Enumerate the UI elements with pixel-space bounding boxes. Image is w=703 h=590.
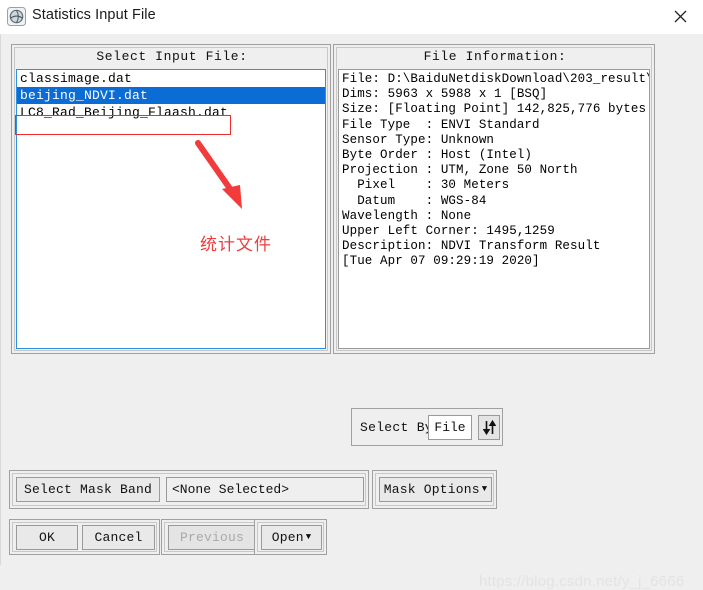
mask-band-panel: Select Mask Band <None Selected>	[9, 470, 369, 509]
dialog-body: Select Input File: classimage.dat beijin…	[0, 34, 703, 590]
close-button[interactable]	[657, 0, 703, 33]
chevron-down-icon: ▼	[305, 532, 312, 542]
info-line: Projection : UTM, Zone 50 North	[342, 163, 578, 178]
info-line: Pixel : 30 Meters	[342, 178, 510, 193]
previous-panel: Previous	[161, 519, 261, 555]
info-line: Dims: 5963 x 5988 x 1 [BSQ]	[342, 87, 548, 102]
file-list[interactable]: classimage.dat beijing_NDVI.dat LC8_Rad_…	[16, 69, 326, 349]
info-line: Sensor Type: Unknown	[342, 132, 495, 147]
info-line: Datum : WGS-84	[342, 193, 487, 208]
up-down-arrows-icon[interactable]	[478, 415, 500, 440]
mask-options-label: Mask Options	[383, 482, 480, 497]
open-label: Open	[271, 530, 304, 545]
select-by-label: Select By	[360, 420, 433, 435]
title-bar: Statistics Input File	[0, 0, 703, 35]
annotation-label: 统计文件	[200, 235, 272, 255]
select-by-value[interactable]: File	[428, 415, 472, 440]
info-line: [Tue Apr 07 09:29:19 2020]	[342, 254, 540, 269]
info-line: Wavelength : None	[342, 208, 472, 223]
file-information-panel: File Information: File: D:\BaiduNetdiskD…	[333, 44, 655, 354]
list-item[interactable]: beijing_NDVI.dat	[17, 87, 325, 104]
mask-options-button[interactable]: Mask Options ▼	[379, 477, 492, 502]
open-panel: Open ▼	[254, 519, 327, 555]
open-button[interactable]: Open ▼	[261, 525, 322, 550]
list-item[interactable]: LC8_Rad_Beijing_Flaash.dat	[17, 104, 325, 121]
ok-button[interactable]: OK	[16, 525, 78, 550]
select-input-file-panel: Select Input File: classimage.dat beijin…	[11, 44, 331, 354]
info-line: File: D:\BaiduNetdiskDownload\203_result…	[342, 72, 650, 86]
info-line: Description: NDVI Transform Result	[342, 239, 601, 254]
info-line: File Type : ENVI Standard	[342, 117, 540, 132]
cancel-button[interactable]: Cancel	[82, 525, 155, 550]
watermark: https://blog.csdn.net/y_j_6666	[479, 573, 685, 590]
file-information-title: File Information:	[423, 49, 567, 64]
select-mask-band-button[interactable]: Select Mask Band	[16, 477, 160, 502]
close-icon	[674, 10, 686, 23]
info-line: Byte Order : Host (Intel)	[342, 148, 533, 163]
chevron-down-icon: ▼	[481, 484, 488, 494]
previous-button: Previous	[168, 525, 256, 550]
select-by-panel: Select By File	[351, 408, 503, 446]
list-item[interactable]: classimage.dat	[17, 70, 325, 87]
window-title: Statistics Input File	[32, 7, 156, 23]
ok-cancel-panel: OK Cancel	[9, 519, 160, 555]
file-information-box: File: D:\BaiduNetdiskDownload\203_result…	[338, 69, 650, 349]
envi-globe-icon	[7, 7, 26, 26]
info-line: Size: [Floating Point] 142,825,776 bytes…	[342, 102, 650, 117]
select-input-file-title: Select Input File:	[96, 49, 248, 64]
info-line: Upper Left Corner: 1495,1259	[342, 224, 555, 239]
mask-options-panel: Mask Options ▼	[372, 470, 497, 509]
mask-band-value: <None Selected>	[166, 477, 364, 502]
